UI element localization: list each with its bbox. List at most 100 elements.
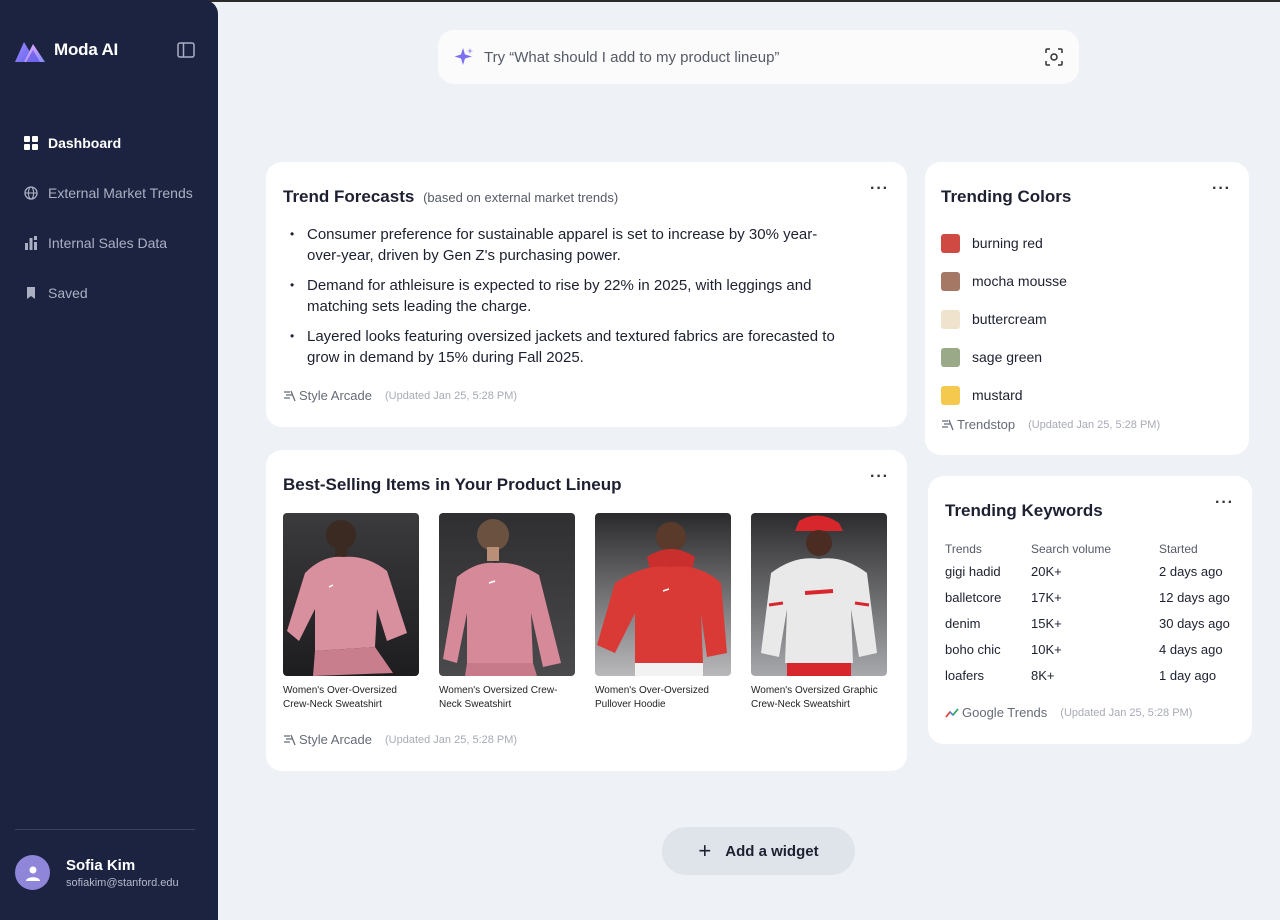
style-arcade-logo-icon xyxy=(284,390,296,402)
sidebar: Moda AI Dashboard External Market Trends xyxy=(0,0,218,920)
sidebar-toggle-icon[interactable] xyxy=(176,40,196,60)
color-swatch xyxy=(941,271,960,291)
table-row[interactable]: gigi hadid 20K+ 2 days ago xyxy=(945,558,1249,584)
keyword-cell: denim xyxy=(945,615,981,631)
started-cell: 4 days ago xyxy=(1159,641,1223,657)
color-list: burning red mocha mousse buttercream sag… xyxy=(941,224,1067,414)
keyword-cell: gigi hadid xyxy=(945,563,1001,579)
color-name: mustard xyxy=(972,387,1023,403)
color-item[interactable]: buttercream xyxy=(941,300,1067,338)
color-item[interactable]: mocha mousse xyxy=(941,262,1067,300)
source-attribution: Trendstop (Updated Jan 25, 5:28 PM) xyxy=(941,417,1160,432)
user-icon xyxy=(25,866,40,881)
table-row[interactable]: balletcore 17K+ 12 days ago xyxy=(945,584,1249,610)
forecast-item: Consumer preference for sustainable appa… xyxy=(290,224,850,266)
source-attribution: Google Trends (Updated Jan 25, 5:28 PM) xyxy=(945,705,1192,720)
style-arcade-logo-icon xyxy=(284,734,296,746)
product-name: Women's Oversized Crew-Neck Sweatshirt xyxy=(439,685,558,710)
trending-colors-title: Trending Colors xyxy=(941,187,1072,206)
more-options-icon[interactable]: ··· xyxy=(870,469,889,485)
user-profile[interactable]: Sofia Kim sofiakim@stanford.edu xyxy=(15,855,179,890)
column-header: Trends xyxy=(945,542,982,556)
color-item[interactable]: burning red xyxy=(941,224,1067,262)
product-card[interactable]: Women's Oversized Crew-Neck Sweatshirt xyxy=(439,513,575,712)
source-name[interactable]: Style Arcade xyxy=(299,732,372,747)
product-image xyxy=(751,513,887,676)
keyword-cell: balletcore xyxy=(945,589,1002,605)
sidebar-item-label: Internal Sales Data xyxy=(48,235,168,251)
color-name: mocha mousse xyxy=(972,273,1067,289)
color-name: burning red xyxy=(972,235,1043,251)
hoodie-illustration xyxy=(597,522,727,676)
graphic-sweatshirt-illustration xyxy=(761,515,877,676)
best-selling-title: Best-Selling Items in Your Product Lineu… xyxy=(283,475,622,494)
more-options-icon[interactable]: ··· xyxy=(1215,495,1234,511)
updated-timestamp: (Updated Jan 25, 5:28 PM) xyxy=(385,389,518,402)
sidebar-item-label: Dashboard xyxy=(48,135,122,151)
started-cell: 2 days ago xyxy=(1159,563,1223,579)
product-name: Women's Oversized Graphic Crew-Neck Swea… xyxy=(751,685,878,710)
sidebar-item-saved[interactable]: Saved xyxy=(0,268,218,318)
bookmark-icon xyxy=(27,287,35,299)
moda-logo-icon xyxy=(15,42,45,62)
search-input[interactable] xyxy=(484,48,1045,66)
table-row[interactable]: boho chic 10K+ 4 days ago xyxy=(945,636,1249,662)
sidebar-item-label: Saved xyxy=(48,285,88,301)
product-image xyxy=(439,513,575,676)
user-email: sofiakim@stanford.edu xyxy=(66,876,179,889)
trend-forecasts-subtitle: (based on external market trends) xyxy=(423,190,619,205)
more-options-icon[interactable]: ··· xyxy=(870,181,889,197)
updated-timestamp: (Updated Jan 25, 5:28 PM) xyxy=(1060,706,1193,719)
user-name: Sofia Kim xyxy=(66,856,136,874)
forecast-list: Consumer preference for sustainable appa… xyxy=(290,224,850,377)
color-swatch xyxy=(941,233,960,253)
trending-colors-card: Trending Colors ··· burning red mocha mo… xyxy=(925,162,1249,455)
source-name[interactable]: Trendstop xyxy=(957,417,1015,432)
sidebar-divider xyxy=(15,829,195,830)
updated-timestamp: (Updated Jan 25, 5:28 PM) xyxy=(385,733,518,746)
product-card[interactable]: Women's Over-Oversized Pullover Hoodie xyxy=(595,513,731,712)
ai-search-bar xyxy=(438,30,1079,84)
started-cell: 12 days ago xyxy=(1159,589,1230,605)
card-title: Trend Forecasts (based on external marke… xyxy=(283,187,618,207)
column-header: Started xyxy=(1159,542,1198,556)
sidebar-item-internal-sales-data[interactable]: Internal Sales Data xyxy=(0,218,218,268)
color-item[interactable]: mustard xyxy=(941,376,1067,414)
source-attribution: Style Arcade (Updated Jan 25, 5:28 PM) xyxy=(283,388,517,403)
add-widget-button[interactable]: + Add a widget xyxy=(662,827,855,875)
product-name: Women's Over-Oversized Pullover Hoodie xyxy=(595,685,709,710)
sidebar-item-dashboard[interactable]: Dashboard xyxy=(0,118,218,168)
sidebar-item-external-market-trends[interactable]: External Market Trends xyxy=(0,168,218,218)
product-image xyxy=(595,513,731,676)
visual-search-icon[interactable] xyxy=(1045,48,1063,66)
color-item[interactable]: sage green xyxy=(941,338,1067,376)
keyword-cell: loafers xyxy=(945,667,985,683)
keywords-table: Trends Search volume Started gigi hadid … xyxy=(945,540,1249,688)
table-row[interactable]: loafers 8K+ 1 day ago xyxy=(945,662,1249,688)
more-options-icon[interactable]: ··· xyxy=(1212,181,1231,197)
plus-icon: + xyxy=(698,838,712,863)
source-name[interactable]: Style Arcade xyxy=(299,388,372,403)
product-image xyxy=(283,513,419,676)
forecast-item: Demand for athleisure is expected to ris… xyxy=(290,275,850,317)
add-widget-label: Add a widget xyxy=(725,842,819,860)
globe-icon xyxy=(24,186,38,200)
avatar xyxy=(15,855,50,890)
product-card[interactable]: Women's Oversized Graphic Crew-Neck Swea… xyxy=(751,513,887,712)
color-swatch xyxy=(941,385,960,405)
source-name[interactable]: Google Trends xyxy=(962,705,1047,720)
color-swatch xyxy=(941,347,960,367)
color-swatch xyxy=(941,309,960,329)
brand[interactable]: Moda AI xyxy=(14,36,118,64)
column-header: Search volume xyxy=(1031,542,1112,556)
color-name: buttercream xyxy=(972,311,1047,327)
sidebar-item-label: External Market Trends xyxy=(48,185,193,201)
trending-keywords-title: Trending Keywords xyxy=(945,501,1103,520)
product-list: Women's Over-Oversized Crew-Neck Sweatsh… xyxy=(283,513,887,712)
product-card[interactable]: Women's Over-Oversized Crew-Neck Sweatsh… xyxy=(283,513,419,712)
grid-icon xyxy=(24,136,38,150)
table-row[interactable]: denim 15K+ 30 days ago xyxy=(945,610,1249,636)
sweatshirt-illustration xyxy=(443,519,561,676)
volume-cell: 15K+ xyxy=(1031,615,1062,631)
trending-keywords-card: Trending Keywords ··· Trends Search volu… xyxy=(928,476,1252,744)
